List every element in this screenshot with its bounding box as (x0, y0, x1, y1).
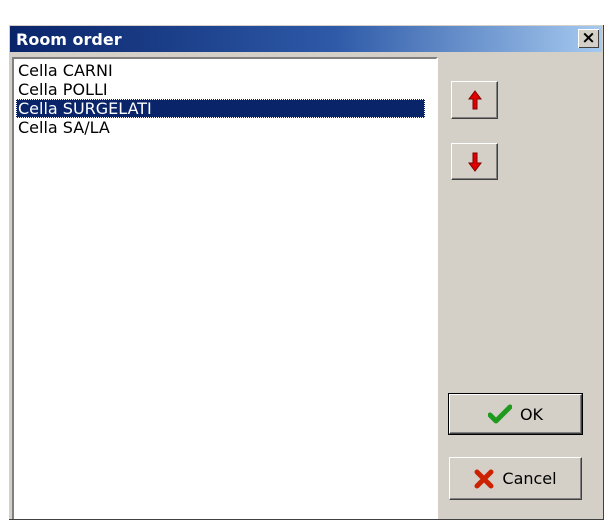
list-item[interactable]: Cella SA/LA (16, 118, 110, 137)
move-up-button[interactable] (451, 81, 498, 119)
room-order-dialog: Room order × Cella CARNI Cella POLLI Cel… (8, 24, 604, 520)
close-button[interactable]: × (578, 29, 599, 48)
cancel-button[interactable]: Cancel (449, 457, 582, 500)
dialog-title: Room order (16, 30, 122, 49)
ok-label: OK (519, 404, 544, 424)
cancel-label: Cancel (502, 469, 557, 488)
move-down-button[interactable] (451, 143, 498, 180)
ok-button[interactable]: OK (448, 393, 583, 435)
check-icon (487, 404, 512, 424)
title-bar: Room order × (10, 26, 602, 52)
list-item-selected[interactable]: Cella SURGELATI (16, 99, 425, 118)
list-item[interactable]: Cella POLLI (16, 80, 108, 99)
room-list[interactable]: Cella CARNI Cella POLLI Cella SURGELATI … (12, 57, 438, 519)
x-icon (474, 469, 494, 488)
close-icon: × (581, 28, 596, 48)
arrow-up-icon (467, 90, 482, 110)
list-item[interactable]: Cella CARNI (16, 61, 113, 80)
arrow-down-icon (467, 152, 482, 172)
